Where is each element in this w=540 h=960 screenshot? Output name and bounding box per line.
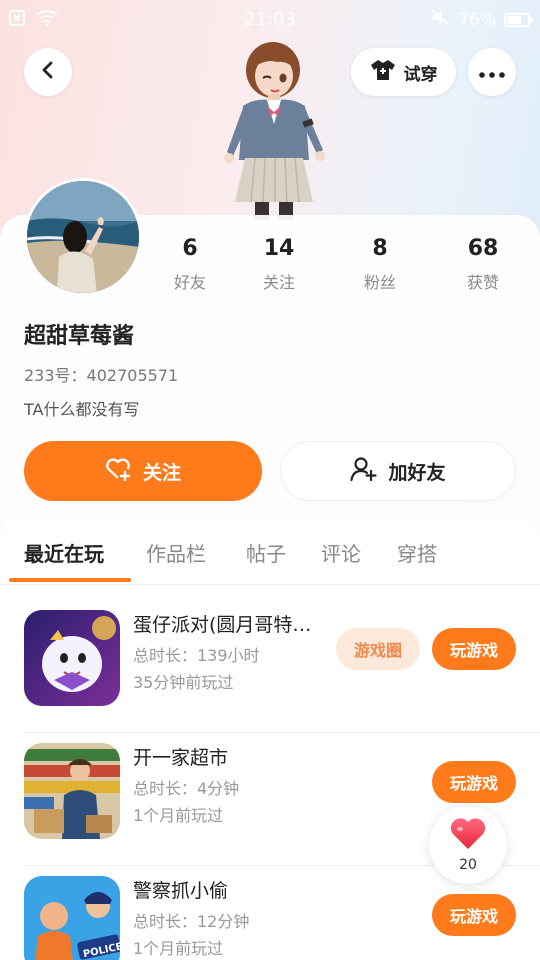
game-title: 蛋仔派对(圆月哥特… bbox=[133, 614, 312, 636]
back-button[interactable] bbox=[24, 48, 72, 96]
game-icon-supermarket[interactable] bbox=[24, 743, 120, 839]
game-title: 警察抓小偷 bbox=[133, 880, 229, 902]
tab-divider bbox=[0, 584, 540, 585]
stat-likes[interactable]: 68 获赞 bbox=[443, 236, 523, 293]
tab-outfits[interactable]: 穿搭 bbox=[397, 538, 437, 567]
mute-icon bbox=[430, 8, 450, 31]
stat-friends[interactable]: 6 好友 bbox=[150, 236, 230, 293]
game-last-played: 35分钟前玩过 bbox=[133, 673, 234, 692]
like-floating-button[interactable]: 20 bbox=[429, 806, 507, 884]
tab-recent-played[interactable]: 最近在玩 bbox=[24, 538, 104, 567]
stat-value: 68 bbox=[467, 236, 499, 261]
shirt-icon bbox=[370, 59, 396, 86]
profile-stats: 6 好友 14 关注 8 粉丝 68 获赞 bbox=[150, 236, 540, 306]
game-icon-police-thief[interactable]: POLICE bbox=[24, 876, 120, 960]
user-id: 233号：402705571 bbox=[24, 366, 179, 385]
try-on-label: 试穿 bbox=[403, 64, 438, 85]
follow-label: 关注 bbox=[142, 461, 181, 484]
game-last-played: 1个月前玩过 bbox=[133, 806, 224, 825]
stat-value: 14 bbox=[263, 236, 295, 261]
status-bar: 21:03 76% bbox=[0, 0, 540, 40]
game-icon-eggy-party[interactable] bbox=[24, 610, 120, 706]
stat-label: 好友 bbox=[173, 273, 206, 292]
stat-value: 6 bbox=[182, 236, 198, 261]
play-game-button[interactable]: 玩游戏 bbox=[432, 628, 516, 670]
list-item[interactable]: 蛋仔派对(圆月哥特… 总时长：139小时 35分钟前玩过 游戏圈 玩游戏 bbox=[0, 600, 540, 733]
game-duration: 总时长：4分钟 bbox=[133, 779, 240, 798]
stat-label: 获赞 bbox=[466, 273, 499, 292]
add-friend-label: 加好友 bbox=[388, 461, 446, 484]
stat-following[interactable]: 14 关注 bbox=[239, 236, 319, 293]
play-game-button[interactable]: 玩游戏 bbox=[432, 894, 516, 936]
game-circle-button[interactable]: 游戏圈 bbox=[336, 628, 420, 670]
tab-comments[interactable]: 评论 bbox=[321, 538, 361, 567]
game-duration: 总时长：12分钟 bbox=[133, 912, 250, 931]
game-meta: 总时长：4分钟 1个月前玩过 bbox=[133, 775, 239, 829]
more-button[interactable] bbox=[468, 48, 516, 96]
stat-followers[interactable]: 8 粉丝 bbox=[340, 236, 420, 293]
user-bio: TA什么都没有写 bbox=[24, 400, 140, 419]
game-title: 开一家超市 bbox=[133, 747, 229, 769]
user-avatar[interactable] bbox=[24, 178, 142, 296]
follow-button[interactable]: 关注 bbox=[24, 441, 262, 501]
tab-works[interactable]: 作品栏 bbox=[146, 538, 206, 567]
stat-value: 8 bbox=[372, 236, 388, 261]
active-tab-indicator bbox=[9, 578, 131, 582]
more-dots-icon bbox=[479, 63, 505, 82]
game-meta: 总时长：139小时 35分钟前玩过 bbox=[133, 642, 260, 696]
battery-percent: 76% bbox=[458, 9, 496, 30]
heart-icon bbox=[449, 817, 487, 855]
chevron-left-icon bbox=[38, 60, 58, 84]
tab-posts[interactable]: 帖子 bbox=[246, 538, 286, 567]
add-user-icon bbox=[350, 456, 378, 487]
stat-label: 关注 bbox=[262, 273, 295, 292]
battery-icon bbox=[504, 12, 533, 27]
username: 超甜草莓酱 bbox=[24, 324, 135, 349]
like-count: 20 bbox=[459, 857, 477, 873]
add-friend-button[interactable]: 加好友 bbox=[280, 441, 516, 501]
try-on-button[interactable]: 试穿 bbox=[351, 48, 456, 96]
game-duration: 总时长：139小时 bbox=[133, 646, 260, 665]
heart-plus-icon bbox=[105, 457, 133, 486]
content-panel: 最近在玩 作品栏 帖子 评论 穿搭 蛋仔派对(圆月哥特… 总时长：139小时 3… bbox=[0, 518, 540, 960]
avatar-character-illustration[interactable] bbox=[205, 40, 340, 220]
game-meta: 总时长：12分钟 1个月前玩过 bbox=[133, 908, 249, 960]
game-last-played: 1个月前玩过 bbox=[133, 939, 224, 958]
stat-label: 粉丝 bbox=[363, 273, 396, 292]
play-game-button[interactable]: 玩游戏 bbox=[432, 761, 516, 803]
